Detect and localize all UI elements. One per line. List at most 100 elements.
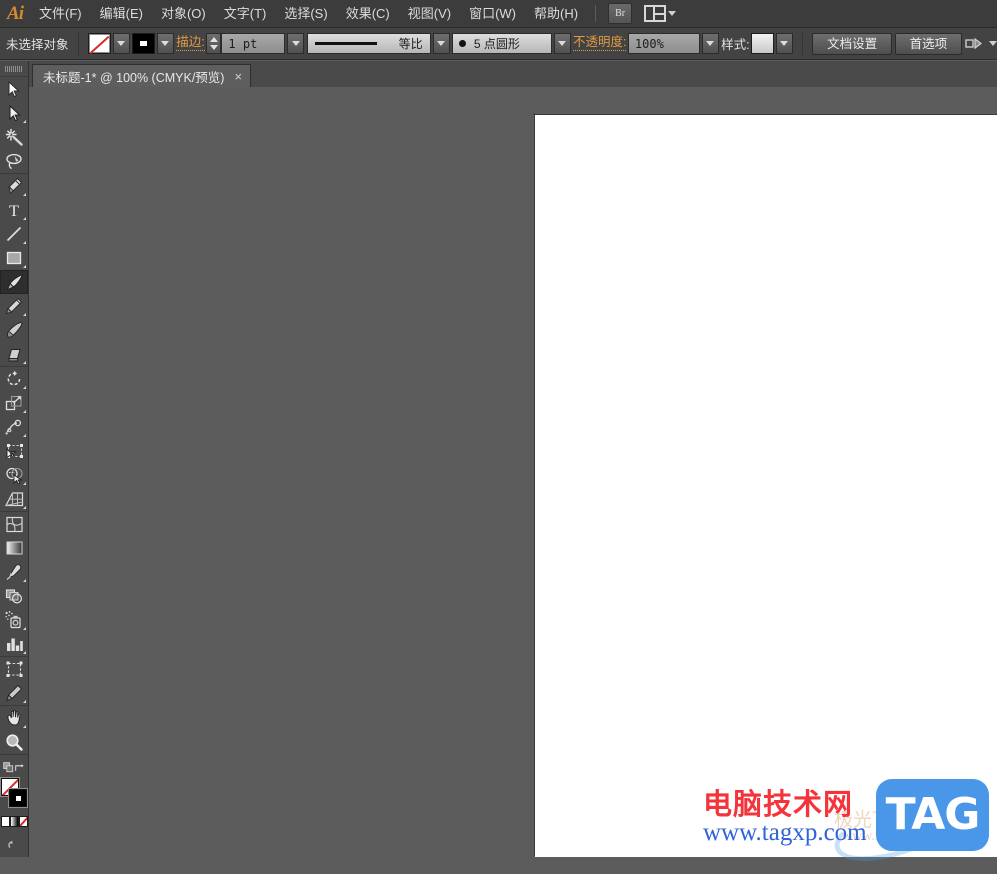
stroke-color-control[interactable] [131, 33, 174, 54]
drawing-mode-icon[interactable] [3, 761, 14, 774]
rectangle-tool[interactable] [0, 246, 28, 270]
tool-flyout-indicator-icon [23, 651, 26, 654]
stepper-up-icon[interactable] [209, 37, 218, 43]
zoom-tool[interactable] [0, 730, 28, 754]
width-tool[interactable] [0, 415, 28, 439]
blend-tool[interactable] [0, 584, 28, 608]
chevron-down-icon[interactable] [988, 41, 997, 46]
stroke-weight-input[interactable]: 1 pt [221, 33, 286, 54]
perspective-grid-tool[interactable] [0, 487, 28, 511]
tool-flyout-indicator-icon [23, 725, 26, 728]
close-icon[interactable]: × [232, 70, 244, 83]
chevron-down-icon [291, 41, 300, 46]
chevron-down-icon [706, 41, 715, 46]
brush-definition-control[interactable]: 5 点圆形 [451, 33, 571, 54]
fill-swatch[interactable] [87, 33, 111, 54]
hand-tool[interactable] [0, 706, 28, 730]
opacity-label[interactable]: 不透明度: [572, 36, 627, 51]
symbol-sprayer-tool[interactable] [0, 608, 28, 632]
menu-type[interactable]: 文字(T) [215, 0, 276, 27]
tool-flyout-indicator-icon [23, 193, 26, 196]
eyedropper-tool[interactable] [0, 560, 28, 584]
tool-flyout-indicator-icon [23, 217, 26, 220]
width-profile-select[interactable]: 等比 [306, 33, 431, 54]
swap-fill-stroke-icon[interactable] [14, 761, 25, 774]
brush-definition-dropdown-button[interactable] [553, 33, 571, 54]
fill-stroke-indicator[interactable] [0, 778, 28, 810]
color-mode-gradient[interactable] [9, 815, 19, 827]
magic-wand-tool[interactable] [0, 125, 28, 149]
tool-flyout-indicator-icon [23, 700, 26, 703]
stepper-down-icon[interactable] [209, 44, 218, 50]
menu-file[interactable]: 文件(F) [30, 0, 91, 27]
artboard-tool[interactable] [0, 657, 28, 681]
graphic-style-dropdown-button[interactable] [775, 33, 793, 54]
fill-color-control[interactable] [87, 33, 130, 54]
tool-flyout-indicator-icon [23, 434, 26, 437]
menu-help[interactable]: 帮助(H) [525, 0, 587, 27]
svg-text:T: T [9, 203, 19, 219]
preferences-button[interactable]: 首选项 [894, 32, 963, 55]
line-segment-tool[interactable] [0, 222, 28, 246]
align-options-control[interactable] [965, 36, 997, 51]
menu-effect[interactable]: 效果(C) [337, 0, 399, 27]
color-mode-none[interactable] [18, 815, 28, 827]
document-setup-button[interactable]: 文档设置 [812, 32, 893, 55]
menu-view[interactable]: 视图(V) [399, 0, 460, 27]
tool-group-artboard [0, 657, 28, 706]
document-tab[interactable]: 未标题-1* @ 100% (CMYK/预览) × [32, 64, 252, 87]
workspace-switcher[interactable] [644, 5, 677, 22]
bridge-launch-button[interactable]: Br [608, 3, 633, 24]
slice-tool[interactable] [0, 681, 28, 705]
tools-panel-drag-handle[interactable] [0, 61, 28, 77]
mesh-tool[interactable] [0, 512, 28, 536]
menu-bar: Ai 文件(F) 编辑(E) 对象(O) 文字(T) 选择(S) 效果(C) 视… [0, 0, 997, 28]
opacity-input[interactable]: 100% [627, 33, 700, 54]
opacity-dropdown-button[interactable] [701, 33, 719, 54]
color-mode-color[interactable] [0, 815, 10, 827]
chevron-down-icon [161, 41, 170, 46]
pen-tool[interactable] [0, 174, 28, 198]
app-logo-icon: Ai [7, 3, 24, 24]
graphic-style-swatch[interactable] [750, 33, 774, 54]
tool-flyout-indicator-icon [23, 579, 26, 582]
free-transform-tool[interactable] [0, 439, 28, 463]
stroke-weight-dropdown-button[interactable] [287, 33, 305, 54]
stroke-weight-control[interactable]: 1 pt [206, 33, 305, 54]
stroke-weight-stepper[interactable] [206, 33, 222, 54]
shape-builder-tool[interactable] [0, 463, 28, 487]
tool-flyout-indicator-icon [23, 627, 26, 630]
width-profile-dropdown-button[interactable] [432, 33, 450, 54]
gradient-tool[interactable] [0, 536, 28, 560]
selection-tool[interactable] [0, 77, 28, 101]
menu-window[interactable]: 窗口(W) [460, 0, 525, 27]
screen-mode-icon[interactable] [7, 836, 21, 849]
width-profile-control[interactable]: 等比 [306, 33, 450, 54]
paintbrush-tool[interactable] [0, 270, 28, 294]
stroke-weight-label[interactable]: 描边: [176, 36, 205, 51]
fill-dropdown-button[interactable] [112, 33, 130, 54]
document-canvas[interactable] [29, 87, 997, 857]
opacity-control[interactable]: 100% [627, 33, 719, 54]
lasso-tool[interactable] [0, 149, 28, 173]
type-tool[interactable]: T [0, 198, 28, 222]
menu-select[interactable]: 选择(S) [275, 0, 336, 27]
column-graph-tool[interactable] [0, 632, 28, 656]
pencil-tool[interactable] [0, 294, 28, 318]
scale-tool[interactable] [0, 391, 28, 415]
illustrator-window: Ai 文件(F) 编辑(E) 对象(O) 文字(T) 选择(S) 效果(C) 视… [0, 0, 997, 874]
stroke-dropdown-button[interactable] [156, 33, 174, 54]
direct-selection-tool[interactable] [0, 101, 28, 125]
graphic-style-control[interactable] [750, 33, 793, 54]
artboard[interactable] [535, 115, 997, 857]
stroke-swatch[interactable] [131, 33, 155, 54]
menu-object[interactable]: 对象(O) [152, 0, 215, 27]
tool-flyout-indicator-icon [23, 241, 26, 244]
eraser-tool[interactable] [0, 342, 28, 366]
rotate-tool[interactable] [0, 367, 28, 391]
menu-edit[interactable]: 编辑(E) [91, 0, 152, 27]
brush-definition-select[interactable]: 5 点圆形 [451, 33, 552, 54]
tool-group-navigation [0, 706, 28, 755]
blob-brush-tool[interactable] [0, 318, 28, 342]
toolbar-stroke-swatch[interactable] [9, 789, 27, 807]
